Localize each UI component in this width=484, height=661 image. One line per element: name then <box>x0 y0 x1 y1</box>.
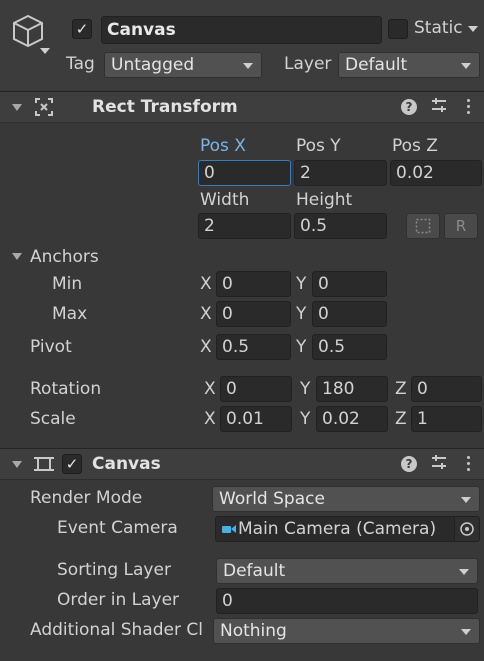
object-picker-icon[interactable] <box>454 517 479 541</box>
canvas-title: Canvas <box>92 454 161 474</box>
rotation-x-axis-label: X <box>204 379 216 399</box>
anchors-label[interactable]: Anchors <box>30 247 99 267</box>
order-in-layer-label: Order in Layer <box>57 590 180 610</box>
anchor-max-x-axis-label: X <box>200 304 212 324</box>
rotation-z-field[interactable]: 0 <box>411 376 482 402</box>
height-field[interactable]: 0.5 <box>294 213 387 239</box>
event-camera-value: Main Camera (Camera) <box>238 519 437 539</box>
pivot-x-field[interactable]: 0.5 <box>216 334 291 360</box>
pos-y-label: Pos Y <box>296 136 341 156</box>
pivot-label: Pivot <box>30 337 72 357</box>
canvas-help-icon[interactable]: ? <box>401 456 417 472</box>
sorting-layer-caret-icon <box>459 569 469 575</box>
anchor-min-x-field[interactable]: 0 <box>216 271 291 297</box>
layer-caret-icon <box>461 63 471 69</box>
scale-z-axis-label: Z <box>395 409 407 429</box>
shader-caret-icon <box>461 629 471 635</box>
width-field[interactable]: 2 <box>198 213 291 239</box>
tag-dropdown[interactable]: Untagged <box>104 52 262 78</box>
anchors-fold-icon[interactable] <box>12 253 22 260</box>
canvas-body: Render Mode World Space Event Camera Mai… <box>0 479 484 661</box>
rotation-x-field[interactable]: 0 <box>220 376 292 402</box>
component-menu-icon[interactable] <box>467 99 471 117</box>
static-label[interactable]: Static <box>414 18 463 38</box>
layer-value: Default <box>345 55 408 75</box>
camera-lens-icon <box>231 525 236 533</box>
gameobject-header: ✓ Canvas Static Tag Untagged Layer Defau… <box>0 0 484 90</box>
canvas-fold-icon[interactable] <box>12 461 22 468</box>
rotation-y-field[interactable]: 180 <box>316 376 388 402</box>
rect-transform-icon <box>34 97 54 122</box>
render-mode-caret-icon <box>461 497 471 503</box>
anchor-max-label: Max <box>52 304 88 324</box>
static-checkbox[interactable] <box>388 19 408 39</box>
object-name-field[interactable]: Canvas <box>101 16 382 44</box>
canvas-header[interactable]: ✓ Canvas ? <box>0 448 484 480</box>
height-label: Height <box>296 190 353 210</box>
static-caret-icon[interactable] <box>468 26 478 32</box>
order-in-layer-field[interactable]: 0 <box>216 588 478 614</box>
pos-z-field[interactable]: 0.02 <box>390 160 482 186</box>
scale-z-field[interactable]: 1 <box>411 406 482 432</box>
raw-edit-button[interactable]: R <box>444 213 478 239</box>
rect-transform-title: Rect Transform <box>92 97 238 117</box>
event-camera-label: Event Camera <box>57 518 178 538</box>
rotation-z-axis-label: Z <box>395 379 407 399</box>
canvas-component-menu-icon[interactable] <box>467 456 471 474</box>
sorting-layer-label: Sorting Layer <box>57 560 171 580</box>
sorting-layer-dropdown[interactable]: Default <box>216 558 478 584</box>
render-mode-value: World Space <box>219 489 325 509</box>
anchor-min-y-field[interactable]: 0 <box>312 271 387 297</box>
event-camera-field[interactable]: Main Camera (Camera) <box>215 516 480 542</box>
layer-dropdown[interactable]: Default <box>338 52 480 78</box>
scale-x-axis-label: X <box>204 409 216 429</box>
additional-shader-channels-value: Nothing <box>220 621 287 641</box>
pos-x-field[interactable]: 0 <box>198 160 291 186</box>
rect-transform-body: Pos X Pos Y Pos Z 0 2 0.02 Width Height … <box>0 121 484 447</box>
presets-sliders-icon[interactable] <box>431 96 447 119</box>
width-label: Width <box>200 190 250 210</box>
render-mode-dropdown[interactable]: World Space <box>212 486 480 512</box>
help-icon[interactable]: ? <box>401 99 417 115</box>
active-checkbox[interactable]: ✓ <box>72 19 92 39</box>
additional-shader-channels-dropdown[interactable]: Nothing <box>213 618 480 644</box>
pivot-y-field[interactable]: 0.5 <box>312 334 387 360</box>
pivot-x-axis-label: X <box>200 337 212 357</box>
rotation-label: Rotation <box>30 379 102 399</box>
pos-y-field[interactable]: 2 <box>294 160 387 186</box>
pos-z-label: Pos Z <box>392 136 438 156</box>
camera-icon <box>222 525 231 533</box>
tag-label: Tag <box>66 54 95 74</box>
scale-y-axis-label: Y <box>300 409 311 429</box>
tag-caret-icon <box>243 63 253 69</box>
anchor-presets-button[interactable] <box>30 133 110 229</box>
render-mode-label: Render Mode <box>30 488 143 508</box>
pivot-y-axis-label: Y <box>296 337 307 357</box>
blueprint-mode-button[interactable] <box>406 213 440 239</box>
rect-transform-header[interactable]: Rect Transform ? <box>0 91 484 123</box>
rotation-y-axis-label: Y <box>300 379 311 399</box>
canvas-component-icon <box>33 454 55 479</box>
scale-label: Scale <box>30 409 76 429</box>
anchor-min-y-axis-label: Y <box>296 274 307 294</box>
anchor-max-y-field[interactable]: 0 <box>312 301 387 327</box>
tag-value: Untagged <box>111 55 195 75</box>
rect-transform-fold-icon[interactable] <box>12 104 22 111</box>
anchor-max-x-field[interactable]: 0 <box>216 301 291 327</box>
anchor-max-y-axis-label: Y <box>296 304 307 324</box>
additional-shader-channels-label: Additional Shader Cl <box>30 620 203 640</box>
sorting-layer-value: Default <box>223 561 286 581</box>
layer-label: Layer <box>284 54 332 74</box>
anchor-min-label: Min <box>52 274 83 294</box>
icon-dropdown-caret-icon[interactable] <box>40 48 50 54</box>
canvas-enabled-checkbox[interactable]: ✓ <box>62 454 82 474</box>
anchor-min-x-axis-label: X <box>200 274 212 294</box>
scale-x-field[interactable]: 0.01 <box>220 406 292 432</box>
canvas-presets-sliders-icon[interactable] <box>431 453 447 476</box>
scale-y-field[interactable]: 0.02 <box>316 406 388 432</box>
pos-x-label: Pos X <box>200 136 246 156</box>
